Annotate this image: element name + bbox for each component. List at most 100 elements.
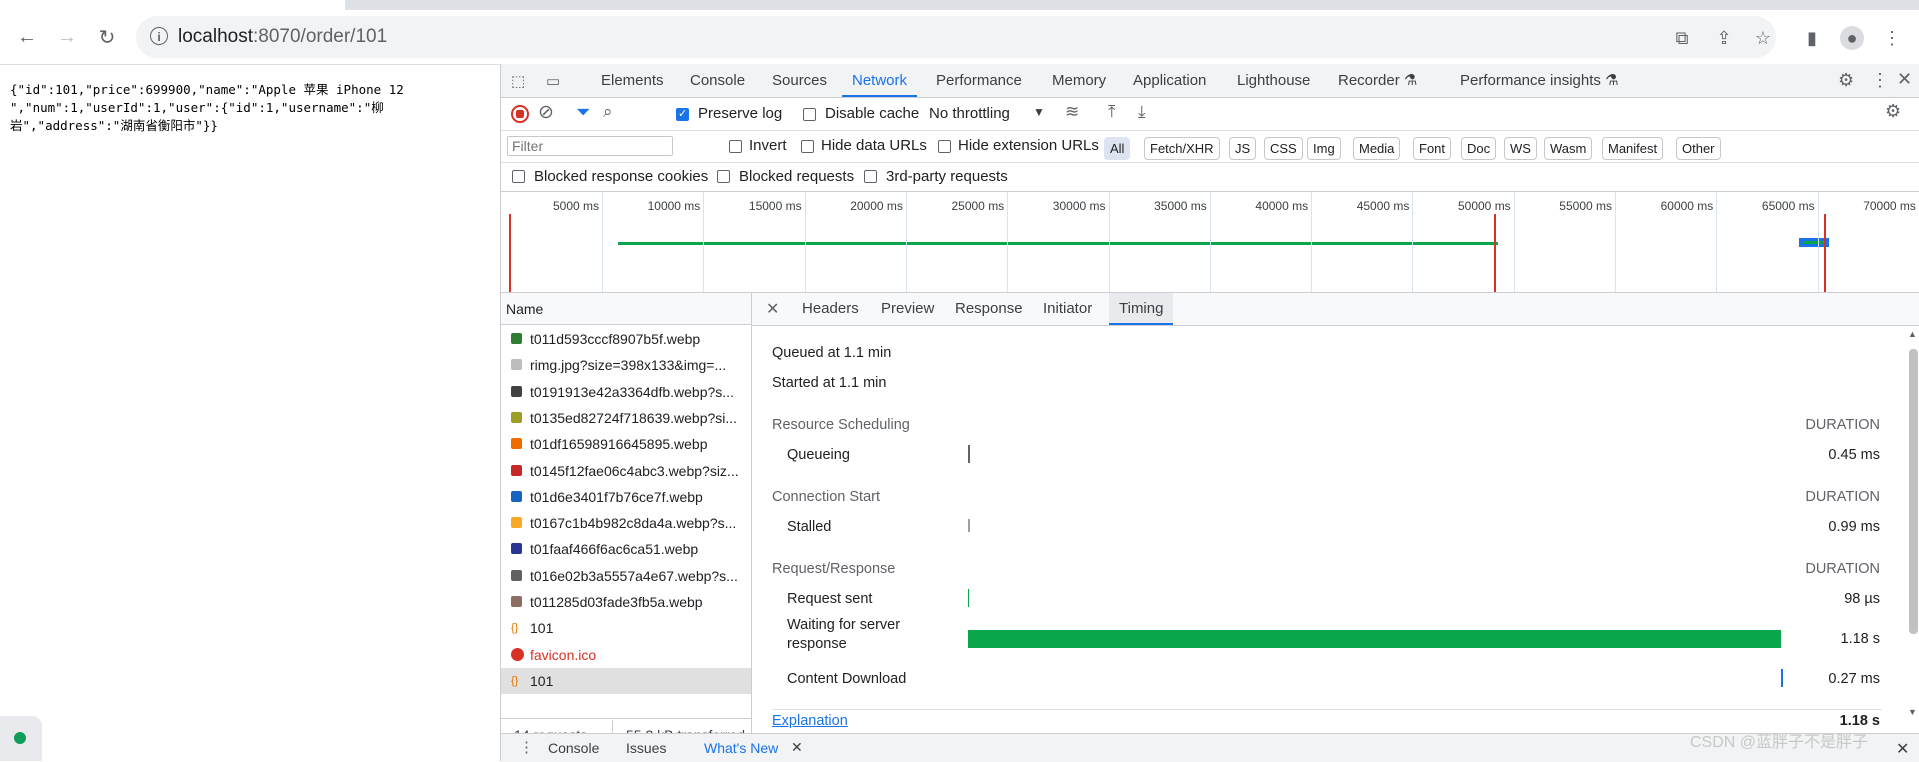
invert-checkbox[interactable] [729,140,742,153]
request-row[interactable]: t0135ed82724f718639.webp?si... [501,405,751,431]
side-panel-icon[interactable]: ▮ [1800,26,1824,50]
request-row[interactable]: t011d593cccf8907b5f.webp [501,326,751,352]
blocked-requests-checkbox[interactable] [717,170,730,183]
type-filter-manifest[interactable]: Manifest [1602,137,1663,160]
tab-memory[interactable]: Memory [1052,64,1106,97]
chevron-down-icon[interactable]: ▼ [1033,105,1045,119]
request-sent-bar [968,589,969,607]
type-filter-doc[interactable]: Doc [1461,137,1496,160]
request-row[interactable]: t0145f12fae06c4abc3.webp?siz... [501,458,751,484]
active-tab[interactable] [0,0,345,10]
request-row[interactable]: t01faaf466f6ac6ca51.webp [501,536,751,562]
tab-timing[interactable]: Timing [1109,293,1173,325]
preserve-log-checkbox[interactable] [676,108,689,121]
translate-icon[interactable]: ⧉ [1670,26,1694,50]
overview-tick-label: 30000 ms [1026,199,1106,213]
type-filter-media[interactable]: Media [1353,137,1400,160]
network-settings-gear-icon[interactable]: ⚙ [1885,101,1901,122]
request-row[interactable]: favicon.ico [501,642,751,668]
blocked-cookies-checkbox[interactable] [512,170,525,183]
throttling-select[interactable]: No throttling [929,105,1010,122]
scrollbar-thumb[interactable] [1909,349,1918,634]
type-filter-wasm[interactable]: Wasm [1544,137,1592,160]
request-row[interactable]: t01d6e3401f7b76ce7f.webp [501,484,751,510]
tab-recorder[interactable]: Recorder ⚗ [1338,64,1417,97]
settings-gear-icon[interactable]: ⚙ [1838,70,1854,91]
reload-icon[interactable]: ↻ [92,22,122,52]
tab-initiator[interactable]: Initiator [1043,293,1092,325]
inspect-element-icon[interactable]: ⬚ [511,72,525,90]
detail-scrollbar[interactable]: ▲ ▼ [1906,329,1919,719]
type-filter-font[interactable]: Font [1413,137,1451,160]
network-overview-timeline[interactable]: 5000 ms10000 ms15000 ms20000 ms25000 ms3… [501,192,1919,293]
menu-kebab-icon[interactable]: ⋮ [1880,26,1904,50]
type-filter-js[interactable]: JS [1229,137,1256,160]
status-widget[interactable] [0,716,42,761]
type-filter-other[interactable]: Other [1676,137,1721,160]
tab-performance[interactable]: Performance [936,64,1022,97]
omnibox[interactable]: i localhost:8070/order/101 [136,16,1776,58]
clear-icon[interactable]: ⊘ [538,101,554,124]
tab-preview[interactable]: Preview [881,293,934,325]
site-info-icon[interactable]: i [150,27,168,45]
request-row[interactable]: t011285d03fade3fb5a.webp [501,589,751,615]
type-filter-ws[interactable]: WS [1504,137,1537,160]
share-icon[interactable]: ⇪ [1712,26,1736,50]
request-row[interactable]: {}101 [501,615,751,641]
overview-gridline [906,192,907,292]
scroll-down-arrow-icon[interactable]: ▼ [1908,707,1917,717]
forward-icon[interactable]: → [52,22,82,52]
hide-data-urls-checkbox[interactable] [801,140,814,153]
request-row[interactable]: t0167c1b4b982c8da4a.webp?s... [501,510,751,536]
search-icon[interactable]: ⌕ [603,102,613,122]
import-har-icon[interactable]: ⤒ [1108,102,1116,122]
bookmark-star-icon[interactable]: ☆ [1751,26,1775,50]
type-filter-img[interactable]: Img [1307,137,1341,160]
type-filter-all[interactable]: All [1104,137,1130,160]
filter-funnel-icon[interactable]: ⏷ [576,102,590,123]
tab-console[interactable]: Console [690,64,745,97]
request-row[interactable]: rimg.jpg?size=398x133&img=... [501,352,751,378]
export-har-icon[interactable]: ⤓ [1138,102,1146,122]
request-row[interactable]: t0191913e42a3364dfb.webp?s... [501,379,751,405]
explanation-link[interactable]: Explanation [772,713,848,729]
type-filter-css[interactable]: CSS [1264,137,1303,160]
tab-elements[interactable]: Elements [601,64,664,97]
overview-gridline [1615,192,1616,292]
close-detail-icon[interactable]: ✕ [766,299,779,319]
address-bar-area: ← → ↻ i localhost:8070/order/101 ⧉ ⇪ ☆ ▮… [0,10,1919,65]
device-toolbar-icon[interactable]: ▭ [546,72,560,90]
overview-tick-label: 10000 ms [620,199,700,213]
tab-lighthouse[interactable]: Lighthouse [1237,64,1310,97]
close-devtools-icon[interactable]: ✕ [1897,69,1912,90]
drawer-tab-whats-new[interactable]: What's New [704,740,778,756]
request-row[interactable]: t016e02b3a5557a4e67.webp?s... [501,563,751,589]
tab-performance-insights[interactable]: Performance insights ⚗ [1460,64,1619,97]
request-row[interactable]: {}101 [501,668,751,694]
hide-extension-urls-checkbox[interactable] [938,140,951,153]
tab-network[interactable]: Network [842,64,917,97]
close-drawer-icon[interactable]: ✕ [1896,739,1909,759]
url-text[interactable]: localhost:8070/order/101 [178,26,387,48]
profile-avatar-icon[interactable]: ● [1840,26,1864,50]
back-icon[interactable]: ← [12,22,42,52]
tab-response[interactable]: Response [955,293,1023,325]
drawer-menu-icon[interactable]: ⋮ [519,738,534,756]
tab-headers[interactable]: Headers [802,293,859,325]
tab-sources[interactable]: Sources [772,64,827,97]
drawer-tab-console[interactable]: Console [548,740,599,756]
overview-gridline [602,192,603,292]
drawer-tab-issues[interactable]: Issues [626,740,666,756]
tab-application[interactable]: Application [1133,64,1206,97]
filter-input[interactable] [507,136,673,156]
request-row[interactable]: t01df16598916645895.webp [501,431,751,457]
name-column-header[interactable]: Name [501,293,751,325]
scroll-up-arrow-icon[interactable]: ▲ [1908,329,1917,339]
devtools-menu-icon[interactable]: ⋮ [1871,70,1889,91]
disable-cache-checkbox[interactable] [803,108,816,121]
third-party-checkbox[interactable] [864,170,877,183]
record-stop-icon[interactable] [511,105,529,123]
close-whats-new-icon[interactable]: ✕ [791,739,803,756]
network-conditions-icon[interactable]: ≋ [1065,102,1079,122]
type-filter-fetch-xhr[interactable]: Fetch/XHR [1144,137,1220,160]
